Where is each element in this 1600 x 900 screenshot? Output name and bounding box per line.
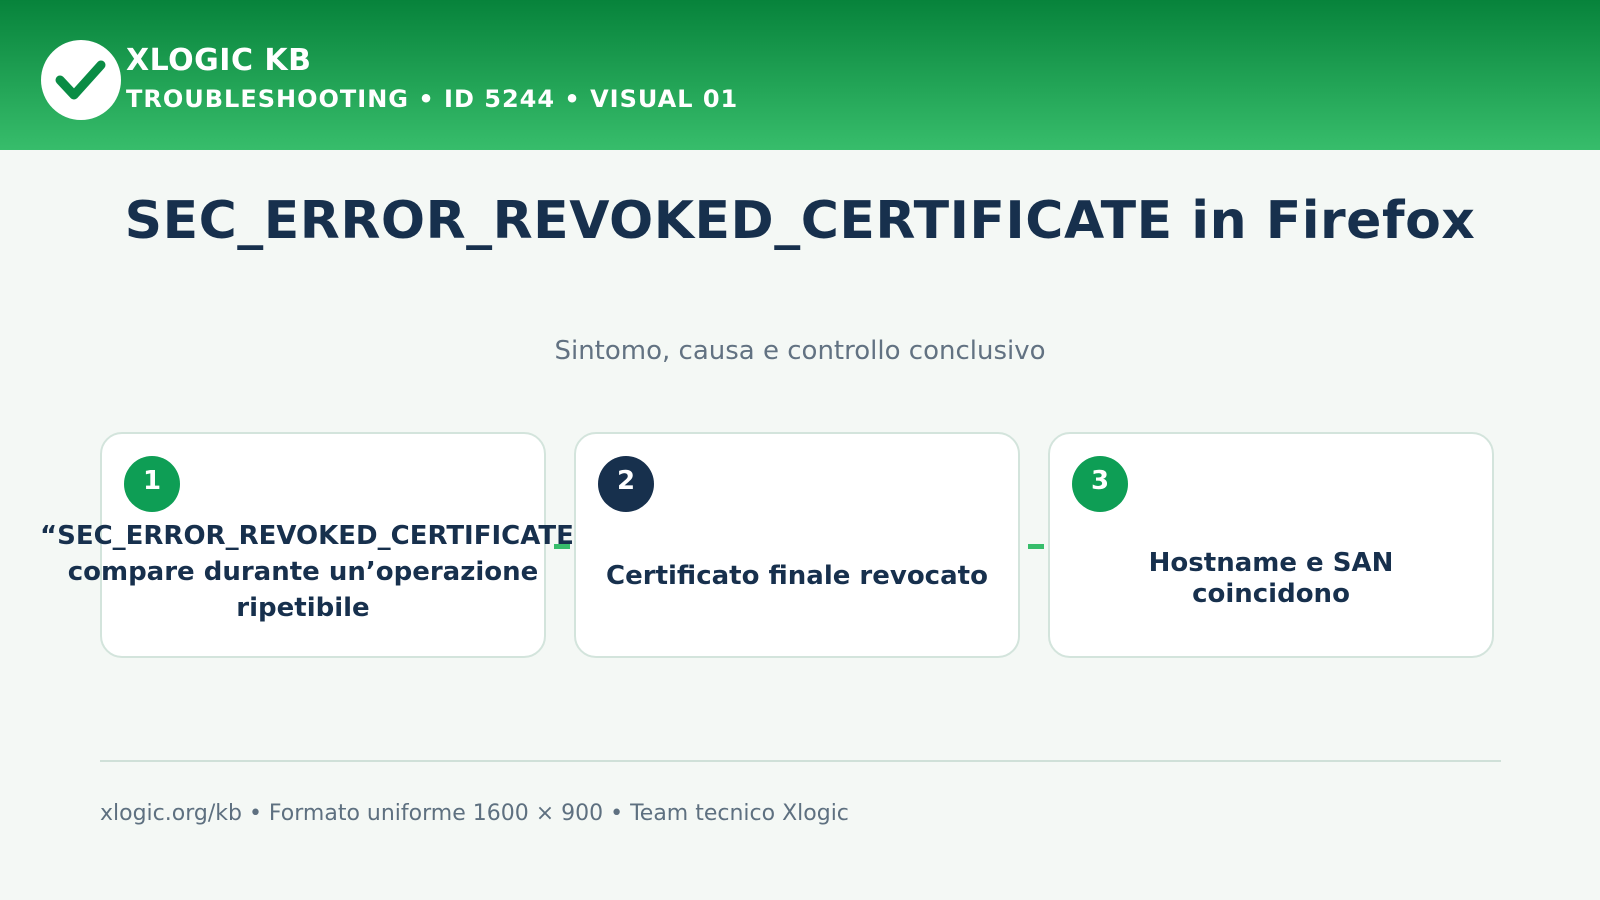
step-text: Certificato finale revocato — [606, 561, 988, 591]
logo — [41, 40, 121, 120]
step-text: Hostname e SAN coincidono — [1148, 548, 1394, 609]
check-icon — [55, 60, 106, 100]
page-title: SEC_ERROR_REVOKED_CERTIFICATE in Firefox — [124, 191, 1476, 251]
breadcrumb: TROUBLESHOOTING • ID 5244 • VISUAL 01 — [126, 85, 739, 113]
step-card-1: 1 “SEC_ERROR_REVOKED_CERTIFICATE” compar… — [40, 432, 591, 658]
footer-text: xlogic.org/kb • Formato uniforme 1600 × … — [100, 801, 849, 826]
page-subtitle: Sintomo, causa e controllo conclusivo — [554, 336, 1046, 366]
step-card-2: 2 Certificato finale revocato — [574, 432, 1020, 658]
step-card-3: 3 Hostname e SAN coincidono — [1048, 432, 1494, 658]
step-number-badge: 1 — [124, 456, 180, 512]
brand-name: XLOGIC KB — [126, 43, 312, 78]
step-text: “SEC_ERROR_REVOKED_CERTIFICATE” compare … — [40, 521, 591, 623]
step-number-badge: 2 — [598, 456, 654, 512]
header-banner: XLOGIC KB TROUBLESHOOTING • ID 5244 • VI… — [0, 0, 1600, 150]
step-connector — [554, 544, 570, 549]
step-connector — [1028, 544, 1044, 549]
footer-divider — [100, 760, 1501, 762]
step-number-badge: 3 — [1072, 456, 1128, 512]
